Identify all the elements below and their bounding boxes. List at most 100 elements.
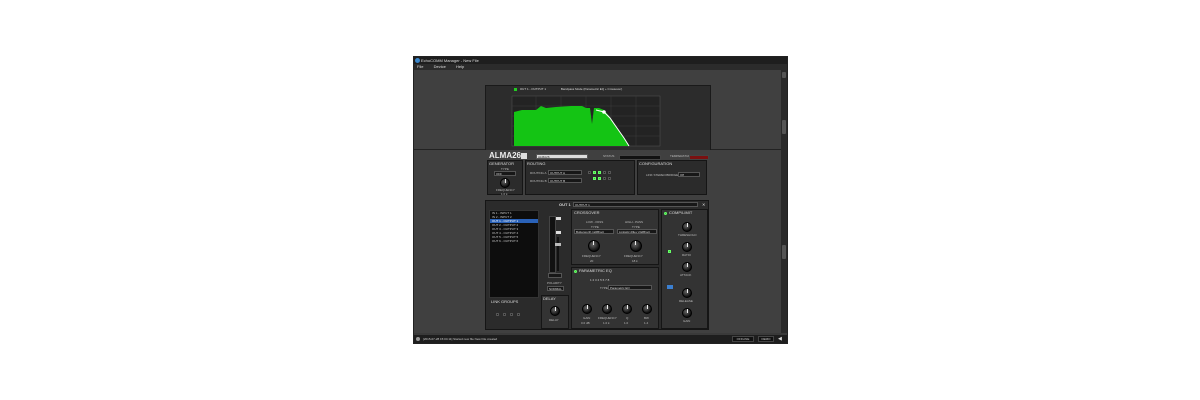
peq-band[interactable]: 1 (590, 278, 592, 282)
frequency-plot (511, 95, 661, 147)
peq-q-knob[interactable] (622, 304, 632, 314)
scroll-up-icon[interactable] (782, 72, 786, 78)
peq-bw-knob[interactable] (642, 304, 652, 314)
lowpass-frequency-knob[interactable] (588, 240, 600, 252)
status-label: STATUS (603, 154, 615, 158)
delay-knob[interactable] (550, 306, 560, 316)
routing-a-select[interactable]: OUTPUT A (548, 170, 582, 175)
routing-b-label: ROUTING B (530, 179, 547, 183)
solo-button[interactable] (556, 231, 561, 234)
peq-bw-value: 1.4 (644, 321, 649, 325)
routing-b-select[interactable]: OUTPUT B (548, 178, 582, 183)
limiter-ratio-knob[interactable] (682, 242, 692, 252)
route-led-b4[interactable] (603, 177, 606, 180)
highpass-frequency-knob[interactable] (630, 240, 642, 252)
peq-type-select[interactable]: Parametric EQ (608, 285, 652, 290)
peq-frequency-knob[interactable] (602, 304, 612, 314)
route-led-a4[interactable] (603, 171, 606, 174)
connection-status-box: OFFLINE (732, 336, 754, 342)
peq-band[interactable]: 5 (600, 278, 602, 282)
route-led-a5[interactable] (608, 171, 611, 174)
scrollbar-thumb-bottom[interactable] (782, 245, 786, 259)
limiter-release-label: RELEASE (679, 299, 693, 303)
crossover-handle[interactable] (602, 110, 606, 114)
limiter-release-knob[interactable] (682, 288, 692, 298)
device-model: ALMA26 (489, 151, 522, 160)
configuration-title: CONFIGURATION (639, 161, 673, 166)
generator-frequency-knob[interactable] (500, 178, 510, 188)
peq-band-selector[interactable]: 1 2 3 4 5 6 7 8 (590, 278, 609, 282)
lowpass-title: LOW - PASS (586, 220, 604, 224)
route-led-a2[interactable] (593, 171, 596, 174)
peq-gain-knob[interactable] (582, 304, 592, 314)
vertical-scrollbar[interactable] (781, 70, 787, 333)
limiter-active-led (668, 250, 671, 253)
link-group-led[interactable] (510, 313, 513, 316)
link-group-led[interactable] (503, 313, 506, 316)
limiter-attack-knob[interactable] (682, 262, 692, 272)
peq-band[interactable]: 3 (595, 278, 597, 282)
delay-panel: DELAY DELAY (541, 295, 569, 329)
highpass-type-select[interactable]: Linkwitz-Riley 24dB/oct (617, 229, 657, 234)
mute-button[interactable] (556, 217, 561, 220)
link-group-led[interactable] (517, 313, 520, 316)
link-stereo-select[interactable]: Off (678, 172, 700, 177)
channel-list-item[interactable]: OUT 6 - OUTPUT 6 (490, 239, 538, 243)
link-groups-title: LINK GROUPS (491, 299, 519, 304)
menu-help[interactable]: Help (456, 64, 464, 69)
mode-status-box: DEMO (758, 336, 774, 342)
status-arrow-icon[interactable]: ◀ (778, 336, 782, 342)
app-logo-icon (415, 58, 420, 63)
title-bar: EchoCOMM Manager - New File (414, 57, 787, 64)
highpass-title: HIGH - PASS (625, 220, 643, 224)
limiter-title: COMP/LIMIT (669, 210, 693, 215)
channel-name-input[interactable]: OUTPUT 1 (573, 202, 698, 207)
channel-list[interactable]: IN 1 - INPUT 1 IN 2 - INPUT 2 OUT 1 - OU… (489, 210, 539, 298)
limiter-threshold-label: THRESHOLD (678, 233, 697, 237)
peq-bw-label: BW (644, 316, 649, 320)
device-name-input[interactable]: ALMA26 (536, 154, 588, 159)
route-led-b2[interactable] (593, 177, 596, 180)
menu-device[interactable]: Device (434, 64, 446, 69)
generator-type-select[interactable]: OFF (494, 171, 516, 176)
peq-band[interactable]: 4 (598, 278, 600, 282)
highpass-frequency-value: 18 k (632, 259, 638, 263)
peq-title: PARAMETRIC EQ (579, 268, 612, 273)
peq-band[interactable]: 6 (603, 278, 605, 282)
menu-file[interactable]: File (417, 64, 423, 69)
limiter-gain-knob[interactable] (682, 308, 692, 318)
app-window: EchoCOMM Manager - New File File Device … (413, 56, 788, 344)
channel-panel: IN 1 - INPUT 1 IN 2 - INPUT 2 OUT 1 - OU… (485, 200, 709, 330)
routing-a-label: ROUTING A (530, 171, 547, 175)
lowpass-type-select[interactable]: Butterworth 12dB/oct (574, 229, 614, 234)
peq-gain-label: GAIN (583, 316, 591, 320)
peq-q-label: Q (626, 316, 629, 320)
link-group-led[interactable] (496, 313, 499, 316)
gain-value-field[interactable] (548, 273, 562, 278)
scrollbar-thumb-top[interactable] (782, 120, 786, 134)
window-title: EchoCOMM Manager - New File (421, 58, 479, 63)
eq-response-graph[interactable]: OUT 1 - OUTPUT 1 Bandpass Mode (Parametr… (485, 85, 711, 151)
status-message: [2015-07-28 15:04:11] Started new file N… (423, 337, 498, 341)
graph-pane: OUT 1 - OUTPUT 1 Bandpass Mode (Parametr… (414, 70, 783, 151)
route-led-b5[interactable] (608, 177, 611, 180)
device-pane: ALMA26 ALMA26 STATUS TEMPERATURE GENERAT… (414, 150, 783, 333)
limiter-link-button[interactable] (667, 285, 673, 289)
route-led-b3[interactable] (598, 177, 601, 180)
route-led-a3[interactable] (598, 171, 601, 174)
device-edit-icon[interactable] (521, 153, 527, 159)
route-led-a1[interactable] (588, 171, 591, 174)
peq-band[interactable]: 7 (605, 278, 607, 282)
polarity-select[interactable]: NORMAL (547, 286, 564, 291)
gain-fader-handle[interactable] (555, 243, 561, 246)
peq-band[interactable]: 2 (593, 278, 595, 282)
crossover-title: CROSSOVER (574, 210, 600, 215)
peq-band[interactable]: 8 (608, 278, 610, 282)
peq-enable-icon[interactable] (574, 270, 577, 273)
limiter-enable-icon[interactable] (664, 212, 667, 215)
limiter-threshold-knob[interactable] (682, 222, 692, 232)
peq-gain-value: 0.0 dB (581, 321, 590, 325)
limiter-ratio-label: RATIO (682, 253, 691, 257)
close-icon[interactable]: ✕ (702, 202, 705, 207)
status-bar: [2015-07-28 15:04:11] Started new file N… (414, 335, 787, 343)
